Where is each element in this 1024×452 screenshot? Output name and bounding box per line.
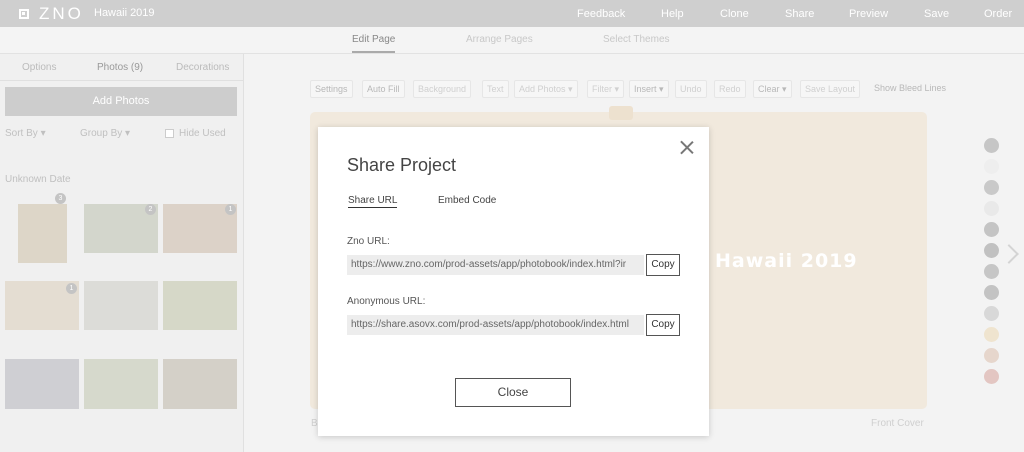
color-swatch[interactable] <box>984 159 999 174</box>
photo-thumbnail[interactable] <box>84 281 158 330</box>
sort-by-dropdown[interactable]: Sort By ▾ <box>5 128 46 139</box>
date-group-label: Unknown Date <box>5 174 71 185</box>
nav-order[interactable]: Order <box>984 8 1012 20</box>
color-swatch[interactable] <box>984 264 999 279</box>
add-photos-button[interactable]: Add Photos <box>5 87 237 116</box>
tab-photos[interactable]: Photos (9) <box>97 62 143 73</box>
background-button[interactable]: Background <box>413 80 472 98</box>
insert-button[interactable]: Insert ▾ <box>629 80 669 98</box>
redo-button[interactable]: Redo <box>714 80 746 98</box>
back-cover-label: B <box>311 418 318 429</box>
show-bleed-lines-toggle[interactable]: Show Bleed Lines <box>870 80 950 98</box>
text-button[interactable]: Text <box>482 80 509 98</box>
nav-share[interactable]: Share <box>785 8 814 20</box>
nav-clone[interactable]: Clone <box>720 8 749 20</box>
tab-select-themes[interactable]: Select Themes <box>603 34 670 45</box>
color-swatch[interactable] <box>984 201 999 216</box>
undo-button[interactable]: Undo <box>675 80 707 98</box>
usage-badge: 2 <box>145 204 156 215</box>
copy-zno-url-button[interactable]: Copy <box>646 254 680 276</box>
auto-fill-button[interactable]: Auto Fill <box>362 80 405 98</box>
anonymous-url-label: Anonymous URL: <box>347 296 426 307</box>
photo-thumbnail[interactable] <box>163 281 237 330</box>
color-swatch[interactable] <box>984 327 999 342</box>
tab-decorations[interactable]: Decorations <box>176 62 229 73</box>
hide-used-label: Hide Used <box>179 128 226 139</box>
left-panel: Options Photos (9) Decorations Add Photo… <box>0 54 244 452</box>
nav-feedback[interactable]: Feedback <box>577 8 625 20</box>
zno-url-field[interactable] <box>347 255 644 275</box>
group-by-label: Group By <box>80 128 123 139</box>
color-swatch[interactable] <box>984 243 999 258</box>
share-project-dialog: Share Project Share URL Embed Code Zno U… <box>318 127 709 436</box>
book-title-text[interactable]: Hawaii 2019 <box>715 250 858 272</box>
tab-embed-code[interactable]: Embed Code <box>438 195 496 206</box>
save-layout-button[interactable]: Save Layout <box>800 80 861 98</box>
nav-save[interactable]: Save <box>924 8 949 20</box>
sub-nav: Edit Page Arrange Pages Select Themes <box>0 27 1024 54</box>
photo-thumbnail[interactable] <box>163 359 237 409</box>
photo-thumbnail[interactable] <box>84 359 158 409</box>
anonymous-url-field[interactable] <box>347 315 644 335</box>
top-bar: ZNO Hawaii 2019 Feedback Help Clone Shar… <box>0 0 1024 27</box>
usage-badge: 3 <box>55 193 66 204</box>
settings-button[interactable]: Settings <box>310 80 353 98</box>
nav-help[interactable]: Help <box>661 8 684 20</box>
chevron-right-icon[interactable] <box>999 244 1019 264</box>
tab-edit-page[interactable]: Edit Page <box>352 34 396 53</box>
clear-button[interactable]: Clear ▾ <box>753 80 792 98</box>
filter-button[interactable]: Filter ▾ <box>587 80 625 98</box>
group-by-dropdown[interactable]: Group By ▾ <box>80 128 130 139</box>
copy-anonymous-url-button[interactable]: Copy <box>646 314 680 336</box>
front-cover-label: Front Cover <box>871 418 924 429</box>
project-title: Hawaii 2019 <box>94 7 155 19</box>
nav-preview[interactable]: Preview <box>849 8 888 20</box>
photo-thumbnail[interactable] <box>5 359 79 409</box>
photo-thumbnail[interactable] <box>18 204 67 263</box>
color-swatch[interactable] <box>984 348 999 363</box>
book-spine-tab <box>609 106 633 120</box>
tab-share-url[interactable]: Share URL <box>348 195 398 208</box>
add-photos-toolbar-button[interactable]: Add Photos ▾ <box>514 80 578 98</box>
logo-text: ZNO <box>39 4 84 23</box>
tab-arrange-pages[interactable]: Arrange Pages <box>466 34 533 45</box>
color-swatch[interactable] <box>984 138 999 153</box>
zno-url-label: Zno URL: <box>347 236 390 247</box>
sort-by-label: Sort By <box>5 128 38 139</box>
usage-badge: 1 <box>225 204 236 215</box>
close-icon[interactable] <box>680 140 695 155</box>
color-swatch[interactable] <box>984 285 999 300</box>
zno-logo-icon <box>19 9 29 19</box>
divider <box>0 80 244 81</box>
close-button[interactable]: Close <box>455 378 571 407</box>
color-swatch[interactable] <box>984 180 999 195</box>
usage-badge: 1 <box>66 283 77 294</box>
color-swatch[interactable] <box>984 369 999 384</box>
hide-used-checkbox[interactable] <box>165 129 174 138</box>
tab-options[interactable]: Options <box>22 62 56 73</box>
color-swatch[interactable] <box>984 306 999 321</box>
color-swatch[interactable] <box>984 222 999 237</box>
dialog-title: Share Project <box>347 155 457 175</box>
